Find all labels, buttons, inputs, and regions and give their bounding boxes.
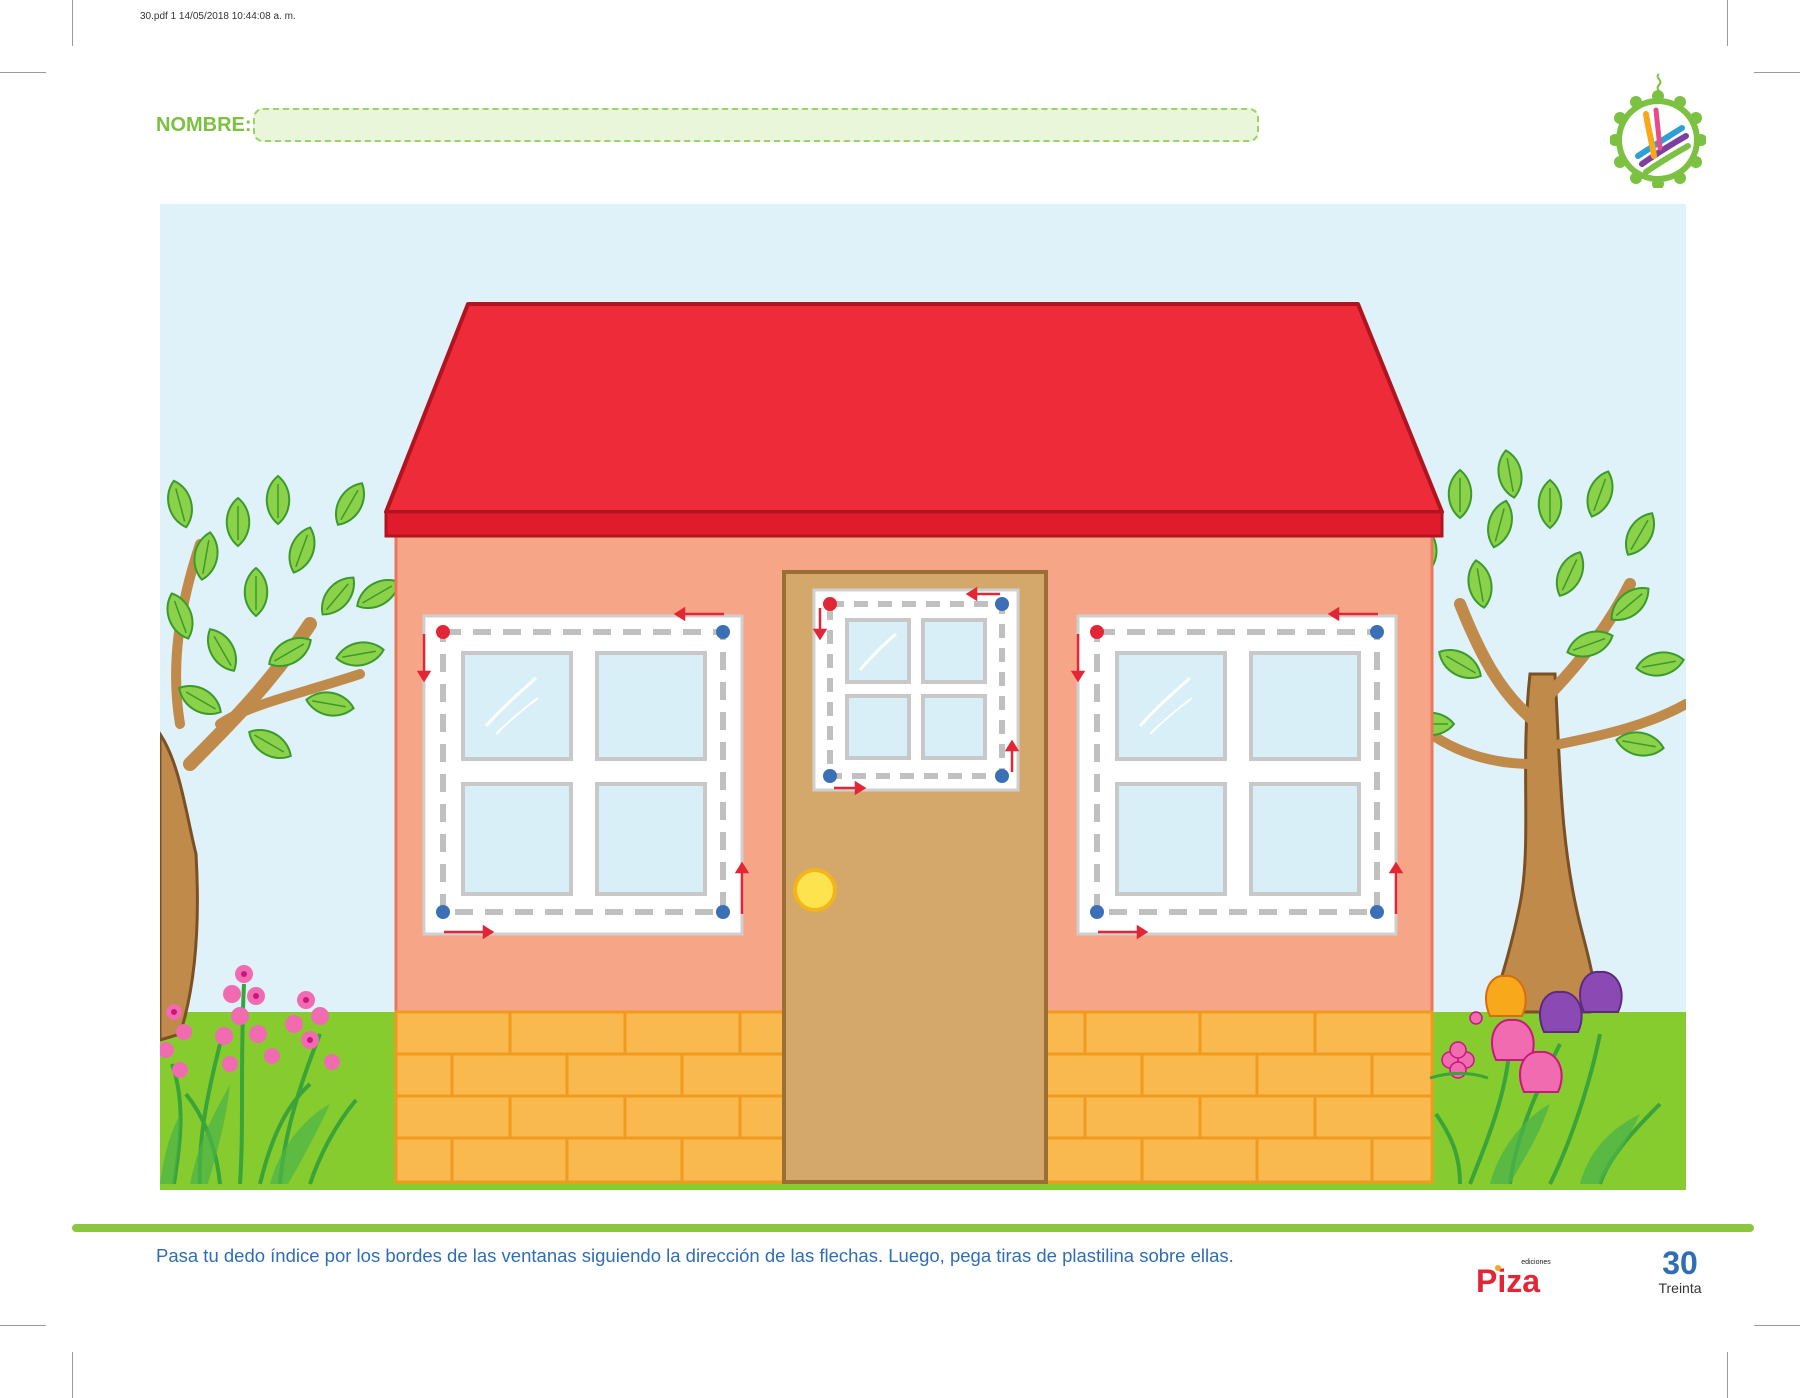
page-number-word: Treinta (1658, 1280, 1702, 1296)
corner-dot-icon (716, 625, 730, 639)
door-knob-icon (793, 868, 837, 912)
crop-mark (1754, 72, 1800, 73)
corner-dot-icon (1090, 905, 1104, 919)
crop-mark (0, 1325, 46, 1326)
footer-rule (72, 1224, 1754, 1232)
door (782, 570, 1048, 1184)
house-illustration (160, 204, 1686, 1190)
left-window (416, 606, 750, 940)
corner-dot-icon (716, 905, 730, 919)
corner-dot-icon (995, 769, 1009, 783)
start-dot-icon (1090, 625, 1104, 639)
crop-mark (1727, 1352, 1728, 1398)
crop-mark (0, 72, 46, 73)
publisher-logo: ediciones Piza (1476, 1259, 1551, 1296)
start-dot-icon (436, 625, 450, 639)
corner-dot-icon (823, 769, 837, 783)
page-number: 30 (1662, 1245, 1698, 1281)
corner-dot-icon (436, 905, 450, 919)
crop-mark (1754, 1325, 1800, 1326)
name-field[interactable] (253, 108, 1259, 142)
crop-mark (72, 1352, 73, 1398)
crop-mark (1727, 0, 1728, 46)
corner-dot-icon (995, 597, 1009, 611)
name-label: NOMBRE: (156, 114, 252, 136)
print-header: 30.pdf 1 14/05/2018 10:44:08 a. m. (140, 11, 296, 22)
instruction-text: Pasa tu dedo índice por los bordes de la… (156, 1245, 1234, 1266)
svg-text:Piza: Piza (1476, 1263, 1540, 1296)
right-window (1070, 606, 1404, 940)
plasticine-activity-icon (1610, 73, 1706, 188)
corner-dot-icon (1370, 905, 1384, 919)
start-dot-icon (823, 597, 837, 611)
door-window (812, 586, 1020, 796)
corner-dot-icon (1370, 625, 1384, 639)
roof (384, 302, 1444, 538)
crop-mark (72, 0, 73, 46)
